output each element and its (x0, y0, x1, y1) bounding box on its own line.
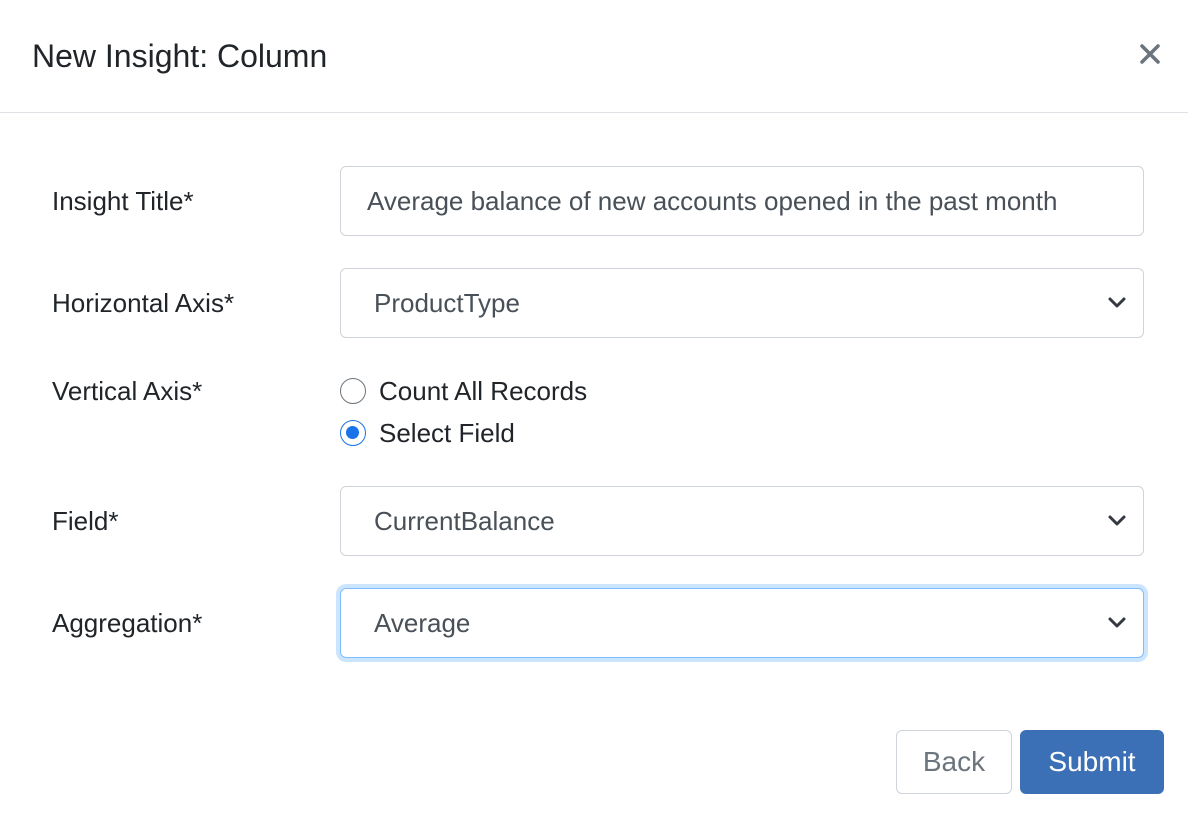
horizontal-axis-label: Horizontal Axis* (52, 288, 235, 318)
insight-title-value: Average balance of new accounts opened i… (367, 185, 1058, 216)
insight-title-label: Insight Title* (52, 186, 194, 216)
field-select[interactable]: CurrentBalance (340, 486, 1144, 556)
radio-label: Count All Records (379, 376, 588, 406)
radio-button-checked[interactable] (340, 420, 366, 446)
field-label: Field* (52, 506, 119, 536)
chevron-down-icon (1108, 515, 1126, 526)
chevron-down-icon (1108, 617, 1126, 628)
modal-header: New Insight: Column (0, 0, 1188, 113)
submit-button[interactable]: Submit (1020, 730, 1164, 794)
radio-button-unchecked[interactable] (340, 378, 366, 404)
close-icon (1140, 44, 1160, 64)
new-insight-modal: New Insight: Column Insight Title* Avera… (0, 0, 1188, 822)
back-button[interactable]: Back (896, 730, 1012, 794)
aggregation-value: Average (374, 607, 471, 638)
modal-title: New Insight: Column (32, 38, 328, 74)
insight-title-input[interactable]: Average balance of new accounts opened i… (340, 166, 1144, 236)
aggregation-select[interactable]: Average (340, 588, 1144, 658)
aggregation-label: Aggregation* (52, 608, 203, 638)
chevron-down-icon (1108, 297, 1126, 308)
radio-count-all-records[interactable]: Count All Records (340, 374, 587, 408)
radio-label: Select Field (379, 418, 515, 448)
radio-select-field[interactable]: Select Field (340, 416, 515, 450)
horizontal-axis-select[interactable]: ProductType (340, 268, 1144, 338)
horizontal-axis-value: ProductType (374, 287, 520, 318)
close-button[interactable] (1130, 36, 1170, 72)
vertical-axis-label: Vertical Axis* (52, 376, 203, 406)
field-value: CurrentBalance (374, 505, 555, 536)
